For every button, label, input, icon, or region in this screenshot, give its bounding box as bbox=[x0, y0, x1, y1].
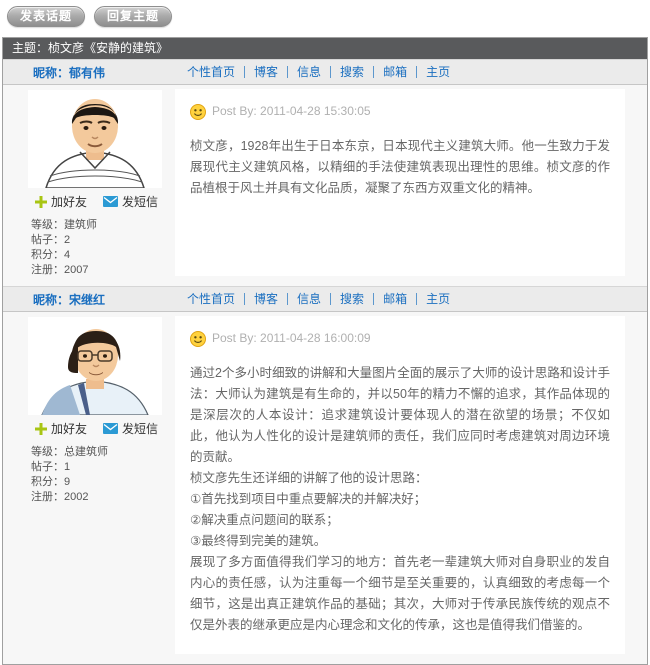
avatar bbox=[28, 90, 162, 188]
stat-level: 等级：建筑师 bbox=[31, 218, 175, 233]
nav-link-info[interactable]: 信息 bbox=[288, 293, 331, 305]
post-header: 昵称：郁有伟 个性首页 博客 信息 搜索 邮箱 主页 bbox=[3, 59, 647, 85]
stat-registered: 注册：2007 bbox=[31, 263, 175, 278]
post-content: Post By: 2011-04-28 15:30:05 桢文彦，1928年出生… bbox=[175, 89, 625, 276]
post-meta: Post By: 2011-04-28 15:30:05 bbox=[190, 101, 610, 122]
post-author-nickname: 昵称：郁有伟 bbox=[33, 64, 178, 81]
nav-link-homepage[interactable]: 主页 bbox=[417, 66, 459, 78]
nav-link-homepage[interactable]: 主页 bbox=[417, 293, 459, 305]
send-message-button[interactable]: 发短信 bbox=[103, 420, 158, 437]
post-paragraph: ②解决重点问题间的联系； bbox=[190, 510, 610, 531]
add-friend-button[interactable]: 加好友 bbox=[35, 420, 87, 437]
smiley-icon bbox=[190, 104, 206, 120]
author-stats: 等级：总建筑师 帖子：1 积分：9 注册：2002 bbox=[31, 445, 175, 513]
thread-title: 主题：桢文彦《安静的建筑》 bbox=[3, 38, 647, 59]
envelope-icon bbox=[103, 423, 118, 434]
nav-link-search[interactable]: 搜索 bbox=[331, 293, 374, 305]
nav-link-info[interactable]: 信息 bbox=[288, 66, 331, 78]
stat-points: 积分：4 bbox=[31, 248, 175, 263]
post-meta: Post By: 2011-04-28 16:00:09 bbox=[190, 328, 610, 349]
post-timestamp: Post By: 2011-04-28 15:30:05 bbox=[212, 101, 371, 122]
reply-topic-button[interactable]: 回复主题 bbox=[94, 6, 172, 27]
post-content: Post By: 2011-04-28 16:00:09 通过2个多小时细致的讲… bbox=[175, 316, 625, 654]
author-panel: 加好友 发短信 等级：建筑师 帖子：2 积分：4 注册：2007 bbox=[3, 85, 175, 286]
add-friend-label: 加好友 bbox=[51, 420, 87, 437]
post-paragraph: 展现了多方面值得我们学习的地方：首先老一辈建筑大师对自身职业的发自内心的责任感，… bbox=[190, 552, 610, 636]
nav-link-blog[interactable]: 博客 bbox=[245, 293, 288, 305]
post-paragraph: 桢文彦，1928年出生于日本东京，日本现代主义建筑大师。他一生致力于发展现代主义… bbox=[190, 136, 610, 199]
nav-link-profile-home[interactable]: 个性首页 bbox=[178, 293, 245, 305]
avatar bbox=[28, 317, 162, 415]
plus-icon bbox=[35, 423, 47, 435]
post-row: 昵称：宋继红 个性首页 博客 信息 搜索 邮箱 主页 bbox=[3, 286, 647, 664]
stat-registered: 注册：2002 bbox=[31, 490, 175, 505]
send-message-label: 发短信 bbox=[122, 193, 158, 210]
plus-icon bbox=[35, 196, 47, 208]
author-stats: 等级：建筑师 帖子：2 积分：4 注册：2007 bbox=[31, 218, 175, 286]
stat-posts: 帖子：1 bbox=[31, 460, 175, 475]
post-author-nickname: 昵称：宋继红 bbox=[33, 291, 178, 308]
post-paragraph: 桢文彦先生还详细的讲解了他的设计思路： bbox=[190, 468, 610, 489]
author-nav-links: 个性首页 博客 信息 搜索 邮箱 主页 bbox=[178, 293, 459, 305]
nav-link-search[interactable]: 搜索 bbox=[331, 66, 374, 78]
smiley-icon bbox=[190, 331, 206, 347]
nav-link-profile-home[interactable]: 个性首页 bbox=[178, 66, 245, 78]
toolbar: 发表话题 回复主题 bbox=[0, 0, 650, 27]
post-row: 昵称：郁有伟 个性首页 博客 信息 搜索 邮箱 主页 bbox=[3, 59, 647, 286]
nav-link-blog[interactable]: 博客 bbox=[245, 66, 288, 78]
post-paragraph: ①首先找到项目中重点要解决的并解决好； bbox=[190, 489, 610, 510]
post-body: 加好友 发短信 等级：建筑师 帖子：2 积分：4 注册：2007 bbox=[3, 85, 647, 286]
post-timestamp: Post By: 2011-04-28 16:00:09 bbox=[212, 328, 371, 349]
envelope-icon bbox=[103, 196, 118, 207]
post-paragraph: 通过2个多小时细致的讲解和大量图片全面的展示了大师的设计思路和设计手法：大师认为… bbox=[190, 363, 610, 468]
post-topic-button[interactable]: 发表话题 bbox=[7, 6, 85, 27]
thread-table: 主题：桢文彦《安静的建筑》 昵称：郁有伟 个性首页 博客 信息 搜索 邮箱 主页 bbox=[2, 37, 648, 665]
author-actions: 加好友 发短信 bbox=[35, 193, 175, 210]
stat-points: 积分：9 bbox=[31, 475, 175, 490]
stat-posts: 帖子：2 bbox=[31, 233, 175, 248]
stat-level: 等级：总建筑师 bbox=[31, 445, 175, 460]
post-paragraph: ③最终得到完美的建筑。 bbox=[190, 531, 610, 552]
author-panel: 加好友 发短信 等级：总建筑师 帖子：1 积分：9 注册：2002 bbox=[3, 312, 175, 664]
author-actions: 加好友 发短信 bbox=[35, 420, 175, 437]
author-nav-links: 个性首页 博客 信息 搜索 邮箱 主页 bbox=[178, 66, 459, 78]
add-friend-label: 加好友 bbox=[51, 193, 87, 210]
nav-link-mailbox[interactable]: 邮箱 bbox=[374, 293, 417, 305]
nav-link-mailbox[interactable]: 邮箱 bbox=[374, 66, 417, 78]
send-message-label: 发短信 bbox=[122, 420, 158, 437]
add-friend-button[interactable]: 加好友 bbox=[35, 193, 87, 210]
send-message-button[interactable]: 发短信 bbox=[103, 193, 158, 210]
post-header: 昵称：宋继红 个性首页 博客 信息 搜索 邮箱 主页 bbox=[3, 286, 647, 312]
post-body: 加好友 发短信 等级：总建筑师 帖子：1 积分：9 注册：2002 bbox=[3, 312, 647, 664]
